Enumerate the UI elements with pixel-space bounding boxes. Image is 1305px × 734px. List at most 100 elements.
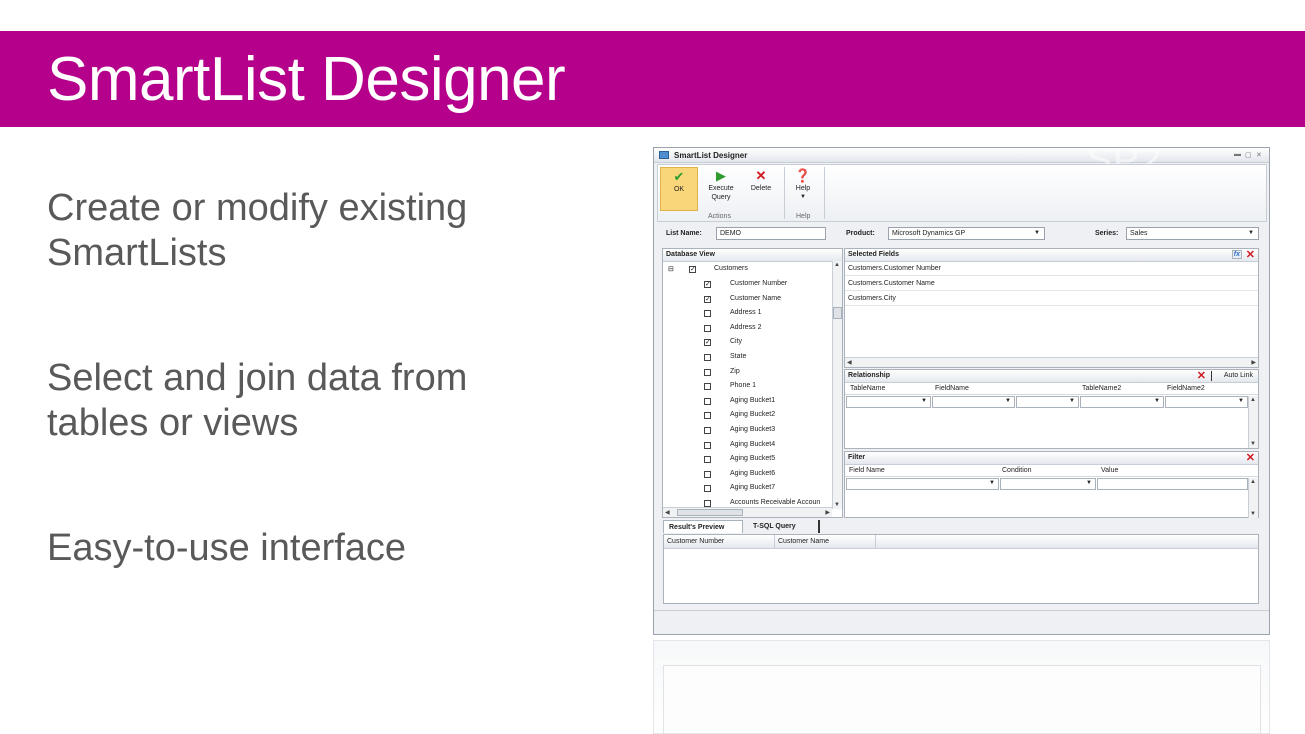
tree-item[interactable]: Aging Bucket2 [730, 411, 775, 418]
scroll-down-icon[interactable]: ▼ [1250, 441, 1256, 447]
relationship-vscrollbar[interactable]: ▲ ▼ [1248, 396, 1258, 448]
tree-item-checkbox[interactable] [704, 500, 711, 507]
tree-item[interactable]: Customer Number [730, 280, 787, 287]
product-select[interactable]: Microsoft Dynamics GP ▼ [888, 227, 1045, 240]
tree-item[interactable]: Customer Name [730, 295, 781, 302]
tree-collapse-icon[interactable]: ⊟ [668, 265, 674, 273]
series-select[interactable]: Sales ▼ [1126, 227, 1259, 240]
fields-hscrollbar[interactable]: ◀ ▶ [845, 357, 1258, 367]
chevron-down-icon: ▼ [1154, 398, 1160, 404]
delete-button[interactable]: ✕ Delete [744, 167, 778, 211]
tree-hscrollbar[interactable]: ◀ ▶ [663, 507, 832, 517]
tree-item-checkbox[interactable] [704, 427, 711, 434]
scroll-up-icon[interactable]: ▲ [1250, 479, 1256, 485]
ok-button[interactable]: ✔ OK [660, 167, 698, 211]
tree-vscrollbar[interactable]: ▲ ▼ [832, 261, 842, 509]
scroll-left-icon[interactable]: ◀ [847, 359, 852, 366]
scroll-up-icon[interactable]: ▲ [1250, 397, 1256, 403]
execute-query-button[interactable]: ▶ Execute Query [702, 167, 740, 211]
scroll-down-icon[interactable]: ▼ [834, 502, 840, 508]
col-field-name: Field Name [849, 467, 885, 474]
tree-item[interactable]: Aging Bucket1 [730, 397, 775, 404]
filter-vscrollbar[interactable]: ▲ ▼ [1248, 478, 1258, 518]
delete-x-icon: ✕ [755, 168, 767, 183]
relationship-operator-select[interactable]: ▼ [1016, 396, 1079, 408]
tree-item[interactable]: Address 1 [730, 309, 762, 316]
bullet-1: Create or modify existing SmartLists [47, 187, 468, 274]
scroll-right-icon[interactable]: ▶ [825, 509, 830, 516]
selected-fields-panel: Selected Fields fx ✕ Customers.Customer … [844, 248, 1259, 368]
scroll-up-icon[interactable]: ▲ [834, 262, 840, 268]
filter-condition-select[interactable]: ▼ [1000, 478, 1096, 490]
tree-item-checkbox[interactable]: ✓ [704, 281, 711, 288]
tree-item[interactable]: Aging Bucket7 [730, 484, 775, 491]
help-button[interactable]: ❓ Help ▼ [788, 167, 818, 211]
tree-item-checkbox[interactable] [704, 397, 711, 405]
scroll-left-icon[interactable]: ◀ [665, 509, 670, 516]
relationship-field-select[interactable]: ▼ [932, 396, 1015, 408]
help-label: Help [795, 185, 811, 192]
tree-item[interactable]: Aging Bucket3 [730, 426, 775, 433]
results-preview-grid: Customer Number Customer Name [663, 534, 1259, 604]
tree-item[interactable]: Aging Bucket6 [730, 470, 775, 477]
maximize-icon[interactable]: ▢ [1245, 151, 1252, 159]
tree-item[interactable]: Zip [730, 368, 740, 375]
tree-item[interactable]: Address 2 [730, 324, 762, 331]
filter-value-input[interactable] [1097, 478, 1248, 490]
database-view-header: Database View [663, 249, 842, 262]
tree-item-checkbox[interactable] [704, 383, 711, 391]
minimize-icon[interactable]: ▬ [1234, 151, 1241, 158]
relationship-field2-select[interactable]: ▼ [1165, 396, 1248, 408]
tree-item-checkbox[interactable] [704, 441, 711, 449]
remove-field-icon[interactable]: ✕ [1246, 250, 1255, 261]
screenshot-reflection: Customer Number Customer Name [653, 640, 1270, 734]
chevron-down-icon: ▼ [1086, 480, 1092, 486]
selected-field-row[interactable]: Customers.City [845, 292, 1258, 306]
tab-tsql-query[interactable]: T-SQL Query [748, 520, 820, 533]
tree-item-checkbox[interactable] [704, 485, 711, 493]
tree-root-customers[interactable]: Customers [714, 265, 748, 272]
tree-item-checkbox[interactable] [704, 324, 711, 332]
series-label: Series: [1095, 230, 1119, 237]
remove-filter-icon[interactable]: ✕ [1246, 453, 1255, 464]
tree-item[interactable]: Aging Bucket4 [730, 441, 775, 448]
chevron-down-icon: ▼ [1005, 398, 1011, 404]
tree-item[interactable]: City [730, 338, 742, 345]
column-divider [774, 535, 775, 548]
tree-item-checkbox[interactable] [704, 354, 711, 361]
tree-item[interactable]: Phone 1 [730, 382, 756, 389]
scroll-down-icon[interactable]: ▼ [1250, 511, 1256, 517]
tree-item-checkbox[interactable]: ✓ [704, 295, 711, 303]
remove-relationship-icon[interactable]: ✕ [1197, 371, 1206, 382]
close-icon[interactable]: ✕ [1256, 151, 1262, 159]
hscroll-thumb[interactable] [677, 509, 743, 516]
preview-column-header: Customer Number Customer Name [664, 535, 1258, 549]
scroll-thumb[interactable] [833, 307, 842, 319]
tree-item-checkbox[interactable] [704, 470, 711, 478]
tree-item[interactable]: Aging Bucket5 [730, 455, 775, 462]
filter-field-select[interactable]: ▼ [846, 478, 999, 490]
col-customer-name: Customer Name [778, 538, 829, 545]
tree-item-checkbox[interactable] [704, 412, 711, 420]
scroll-right-icon[interactable]: ▶ [1251, 359, 1256, 366]
function-icon[interactable]: fx [1231, 250, 1242, 259]
relationship-table2-select[interactable]: ▼ [1080, 396, 1164, 408]
tree-item[interactable]: Accounts Receivable Accoun [730, 499, 820, 506]
selected-field-row[interactable]: Customers.Customer Name [845, 277, 1258, 291]
tree-item-checkbox[interactable] [704, 310, 711, 318]
tree-item[interactable]: State [730, 353, 746, 360]
auto-link-button[interactable]: Auto Link [1224, 372, 1253, 379]
list-name-input[interactable]: DEMO [716, 227, 826, 240]
relationship-table-select[interactable]: ▼ [846, 396, 931, 408]
col-tablename: TableName [850, 385, 886, 392]
selected-fields-header: Selected Fields [845, 249, 1258, 262]
ribbon: ✔ OK ▶ Execute Query ✕ Delete Actions ❓ … [657, 164, 1267, 222]
checkbox-customers[interactable]: ✓ [689, 266, 696, 273]
filter-column-header: Field Name Condition Value [845, 465, 1258, 477]
tree-item-checkbox[interactable]: ✓ [704, 339, 711, 347]
tab-results-preview[interactable]: Result's Preview [663, 520, 743, 533]
col-tablename2: TableName2 [1082, 385, 1122, 392]
selected-field-row[interactable]: Customers.Customer Number [845, 262, 1258, 276]
tree-item-checkbox[interactable] [704, 368, 711, 376]
tree-item-checkbox[interactable] [704, 456, 711, 464]
